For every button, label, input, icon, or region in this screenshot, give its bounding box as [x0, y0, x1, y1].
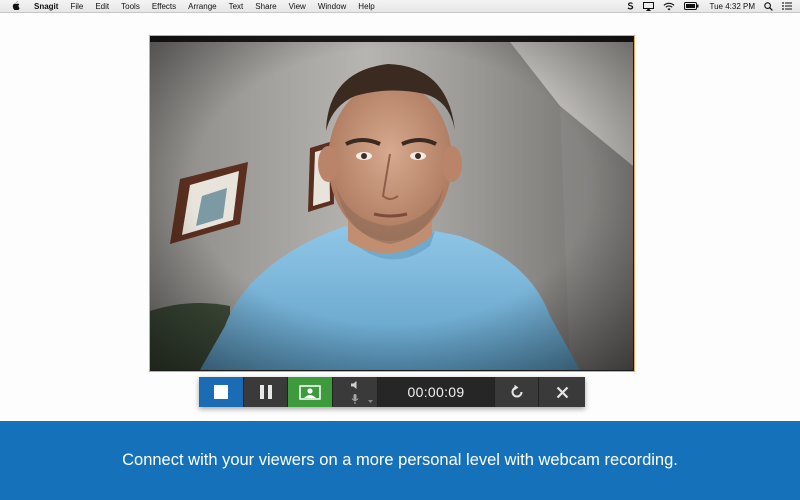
menu-effects[interactable]: Effects [146, 2, 182, 11]
menu-window[interactable]: Window [312, 2, 352, 11]
menu-edit[interactable]: Edit [89, 2, 115, 11]
webcam-toggle-button[interactable] [288, 377, 333, 407]
airplay-icon[interactable] [643, 0, 655, 13]
menu-app-name[interactable]: Snagit [28, 2, 64, 11]
snagit-s-icon[interactable] [627, 0, 634, 13]
pause-recording-button[interactable] [244, 377, 288, 407]
menu-view[interactable]: View [283, 2, 312, 11]
promo-banner-text: Connect with your viewers on a more pers… [122, 451, 678, 469]
menu-share[interactable]: Share [249, 2, 282, 11]
wifi-icon[interactable] [663, 0, 675, 13]
pause-icon [259, 385, 264, 399]
battery-icon[interactable] [684, 0, 699, 13]
pause-icon-bar [267, 385, 272, 399]
recording-toolbar: 00:00:09 [199, 377, 585, 407]
cancel-recording-button[interactable] [539, 377, 585, 407]
menu-help[interactable]: Help [352, 2, 380, 11]
apple-menu-icon[interactable] [10, 0, 22, 12]
menu-text[interactable]: Text [223, 2, 250, 11]
menu-file[interactable]: File [64, 2, 89, 11]
menu-tools[interactable]: Tools [115, 2, 146, 11]
recording-timer: 00:00:09 [378, 377, 495, 407]
microphone-button[interactable] [333, 392, 377, 406]
audio-controls [333, 377, 378, 407]
restart-icon [511, 384, 522, 398]
search-icon[interactable] [764, 0, 773, 13]
list-icon[interactable] [782, 0, 792, 13]
webcam-icon [299, 384, 321, 400]
menu-arrange[interactable]: Arrange [182, 2, 222, 11]
promo-banner: Connect with your viewers on a more pers… [0, 421, 800, 500]
webcam-video-frame [150, 36, 633, 370]
menu-bar: Snagit File Edit Tools Effects Arrange T… [0, 0, 800, 13]
stop-recording-button[interactable] [199, 377, 244, 407]
close-icon [556, 386, 568, 398]
menubar-clock[interactable]: Tue 4:32 PM [709, 2, 755, 11]
restart-recording-button[interactable] [495, 377, 539, 407]
webcam-preview[interactable] [149, 35, 635, 372]
stop-icon [214, 385, 228, 399]
chevron-down-icon[interactable] [368, 400, 373, 403]
system-audio-button[interactable] [333, 378, 377, 392]
microphone-icon [351, 394, 359, 404]
speaker-icon [350, 381, 356, 389]
